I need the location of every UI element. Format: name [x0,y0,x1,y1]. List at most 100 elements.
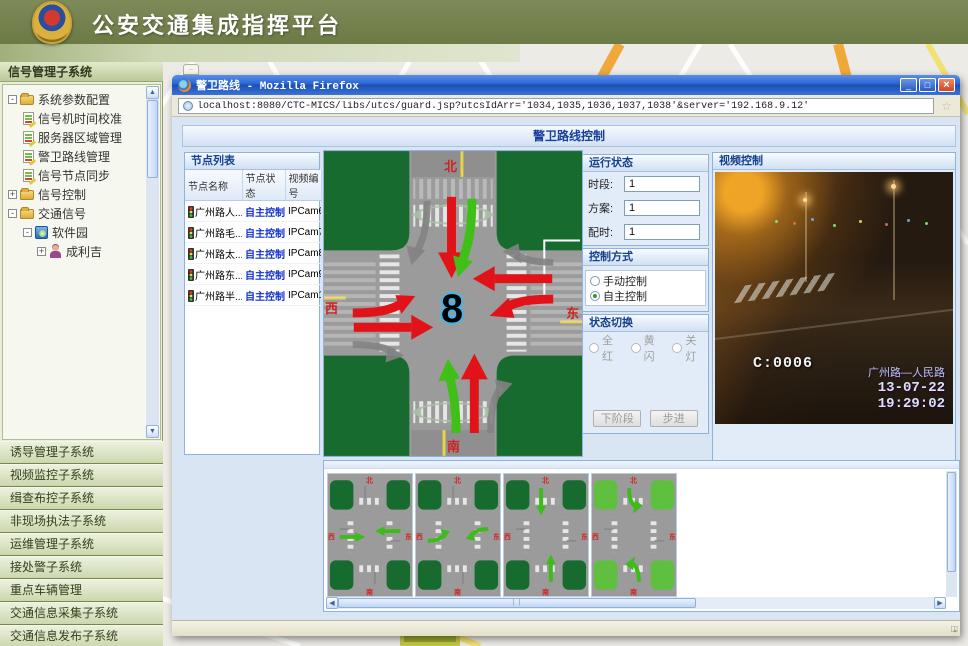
yellow-flash-radio[interactable]: 黄闪 [631,340,661,355]
node-name: 广州路毛... [195,229,242,240]
resize-grip[interactable]: ◫ [948,624,958,634]
radio-label: 手动控制 [603,273,647,289]
subsystem-item[interactable]: 视频监控子系统 [0,464,163,487]
col-node-name[interactable]: 节点名称 [185,170,242,201]
scroll-up-icon[interactable]: ▲ [146,86,159,99]
table-row[interactable]: 广州路毛... 自主控制 IPCam7 [185,222,321,243]
collapse-icon[interactable] [23,228,32,237]
document-icon [23,112,34,125]
scrollbar-thumb[interactable]: | | [338,598,696,608]
next-stage-button[interactable]: 下阶段 [593,410,641,427]
radio-icon[interactable] [590,276,600,286]
tree-item-label: 系统参数配置 [38,91,110,108]
app-title: 公安交通集成指挥平台 [92,8,342,40]
collapse-icon[interactable] [8,95,17,104]
tree-item-label: 信号控制 [38,186,86,203]
page-content: 警卫路线控制 节点列表 节点名称 节点状态 视频编号 广州路人... 自主控制 … [172,117,960,620]
sidebar-tree: 系统参数配置 信号机时间校准 服务器区域管理 警卫路线管理 信号节点同步 信号控… [2,84,161,440]
intersection-diagram: 8 北 南 西 东 [323,150,583,457]
tree-item-person[interactable]: 成利吉 [3,242,160,261]
phase-thumbnail-2[interactable]: 北南 西东 [415,473,501,597]
subsystem-item[interactable]: 交通信息发布子系统 [0,625,163,646]
tree-item-label: 信号节点同步 [38,167,110,184]
node-status-link[interactable]: 自主控制 [242,285,285,306]
subsystem-item[interactable]: 诱导管理子系统 [0,441,163,464]
node-list-panel: 节点列表 节点名称 节点状态 视频编号 广州路人... 自主控制 IPCam6 … [184,152,320,455]
step-button[interactable]: 步进 [650,410,698,427]
document-icon [23,150,34,163]
url-bar: localhost:8080/CTC-MICS/libs/utcs/guard.… [172,95,960,117]
radio-icon[interactable] [631,343,641,353]
phase-number: 8 [441,287,463,331]
phase-thumbnail-3[interactable]: 北南 西东 [503,473,589,597]
svg-text:南: 南 [366,588,373,597]
expand-icon[interactable] [37,247,46,256]
node-status-link[interactable]: 自主控制 [242,243,285,264]
radio-icon-selected[interactable] [590,291,600,301]
node-video: IPCam6 [285,201,321,222]
subsystem-item[interactable]: 非现场执法子系统 [0,510,163,533]
close-button[interactable]: × [938,78,955,92]
map-tab[interactable]: .. [183,64,199,75]
person-icon [49,245,62,258]
run-status-panel: 运行状态 时段:1 方案:1 配时:1 [582,154,709,246]
traffic-light-icon [188,206,194,218]
table-row[interactable]: 广州路半... 自主控制 IPCam10 [185,285,321,306]
radio-label: 黄闪 [644,332,661,364]
radio-icon[interactable] [672,343,682,353]
address-input[interactable]: localhost:8080/CTC-MICS/libs/utcs/guard.… [178,98,934,114]
phase-thumbnail-4[interactable]: 北南 西东 [591,473,677,597]
scrollbar-thumb[interactable] [947,472,956,572]
node-status-link[interactable]: 自主控制 [242,201,285,222]
svg-text:西: 西 [328,533,335,541]
node-status-link[interactable]: 自主控制 [242,222,285,243]
svg-text:北: 北 [630,475,637,484]
col-video-id[interactable]: 视频编号 [285,170,321,201]
radio-icon[interactable] [589,343,599,353]
timing-input[interactable]: 1 [624,224,700,240]
table-row[interactable]: 广州路人... 自主控制 IPCam6 [185,201,321,222]
control-mode-panel: 控制方式 手动控制 自主控制 [582,248,709,312]
window-titlebar[interactable]: 警卫路线 - Mozilla Firefox _ □ × [172,75,960,95]
scroll-down-icon[interactable]: ▼ [146,425,159,438]
bookmark-star-icon[interactable]: ☆ [941,99,952,113]
sidebar-section-title: 信号管理子系统 [0,62,163,82]
tree-item-leaf[interactable]: 信号节点同步 [3,166,160,185]
horizontal-scrollbar[interactable]: ◀ | | ▶ [326,597,946,609]
tree-item-leaf[interactable]: 信号机时间校准 [3,109,160,128]
tree-item-leaf[interactable]: 警卫路线管理 [3,147,160,166]
scroll-right-icon[interactable]: ▶ [934,597,946,609]
subsystem-item[interactable]: 缉查布控子系统 [0,487,163,510]
auto-control-radio[interactable]: 自主控制 [590,288,701,303]
collapse-icon[interactable] [8,209,17,218]
expand-icon[interactable] [8,190,17,199]
vertical-scrollbar[interactable] [946,471,957,597]
minimize-button[interactable]: _ [900,78,917,92]
tree-scrollbar[interactable]: ▲ ▼ [146,86,159,438]
plan-input[interactable]: 1 [624,200,700,216]
phase-thumbnail-1[interactable]: 北南 西东 [327,473,413,597]
tree-item-folder[interactable]: 信号控制 [3,185,160,204]
manual-control-radio[interactable]: 手动控制 [590,273,701,288]
table-row[interactable]: 广州路太... 自主控制 IPCam8 [185,243,321,264]
tree-item-folder[interactable]: 交通信号 [3,204,160,223]
subsystem-item[interactable]: 接处警子系统 [0,556,163,579]
period-input[interactable]: 1 [624,176,700,192]
subsystem-item[interactable]: 重点车辆管理 [0,579,163,602]
tree-item-site[interactable]: 软件园 [3,223,160,242]
subsystem-item[interactable]: 运维管理子系统 [0,533,163,556]
node-status-link[interactable]: 自主控制 [242,264,285,285]
maximize-button[interactable]: □ [919,78,936,92]
table-row[interactable]: 广州路东... 自主控制 IPCam9 [185,264,321,285]
field-label: 配时: [588,224,624,240]
node-video: IPCam8 [285,243,321,264]
all-red-radio[interactable]: 全红 [589,340,619,355]
scrollbar-thumb[interactable] [147,100,158,178]
lights-off-radio[interactable]: 关灯 [672,340,702,355]
scroll-left-icon[interactable]: ◀ [326,597,338,609]
camera-location: 广州路—人民路 [868,364,945,380]
tree-item-leaf[interactable]: 服务器区域管理 [3,128,160,147]
col-node-status[interactable]: 节点状态 [242,170,285,201]
subsystem-item[interactable]: 交通信息采集子系统 [0,602,163,625]
tree-item-folder[interactable]: 系统参数配置 [3,90,160,109]
